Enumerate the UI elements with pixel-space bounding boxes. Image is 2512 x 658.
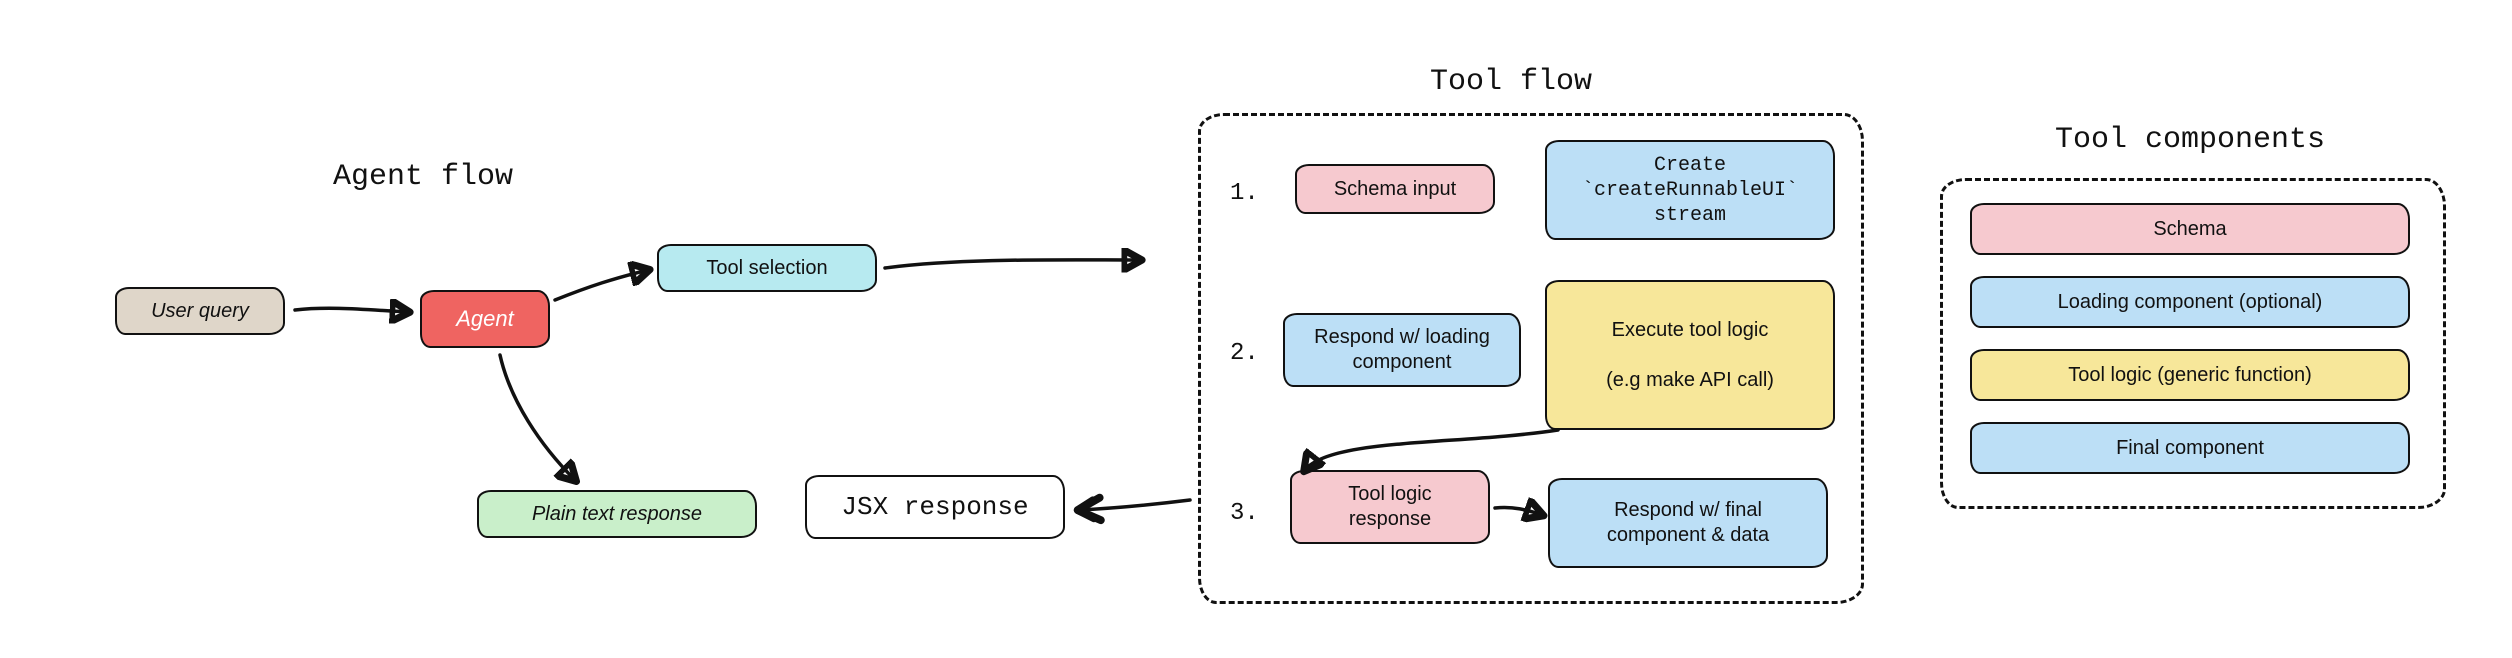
tool-flow-step-3-label: 3. <box>1230 500 1259 527</box>
plain-text-response-box: Plain text response <box>477 490 757 538</box>
arrow-toolselection-to-toolflow <box>885 260 1140 268</box>
schema-input-box: Schema input <box>1295 164 1495 214</box>
create-runnable-ui-box: Create `createRunnableUI` stream <box>1545 140 1835 240</box>
agent-box: Agent <box>420 290 550 348</box>
tool-components-title: Tool components <box>2055 123 2325 157</box>
user-query-box: User query <box>115 287 285 335</box>
tc-schema-box: Schema <box>1970 203 2410 255</box>
tool-flow-step-2-label: 2. <box>1230 340 1259 367</box>
tool-selection-box: Tool selection <box>657 244 877 292</box>
respond-loading-box: Respond w/ loading component <box>1283 313 1521 387</box>
tc-final-box: Final component <box>1970 422 2410 474</box>
tc-loading-box: Loading component (optional) <box>1970 276 2410 328</box>
agent-flow-title: Agent flow <box>333 160 513 194</box>
arrow-toolflow-to-jsxresponse <box>1080 500 1190 510</box>
arrow-agent-to-toolselection <box>555 270 648 300</box>
tool-flow-title: Tool flow <box>1430 65 1592 99</box>
tc-tool-logic-box: Tool logic (generic function) <box>1970 349 2410 401</box>
arrow-userquery-to-agent <box>295 308 408 312</box>
arrow-agent-to-plaintext <box>500 355 575 480</box>
diagram-canvas: Agent flow User query Agent Tool selecti… <box>0 0 2512 658</box>
respond-final-box: Respond w/ final component & data <box>1548 478 1828 568</box>
tool-flow-step-1-label: 1. <box>1230 180 1259 207</box>
execute-tool-logic-box: Execute tool logic (e.g make API call) <box>1545 280 1835 430</box>
tool-logic-response-box: Tool logic response <box>1290 470 1490 544</box>
jsx-response-box: JSX response <box>805 475 1065 539</box>
